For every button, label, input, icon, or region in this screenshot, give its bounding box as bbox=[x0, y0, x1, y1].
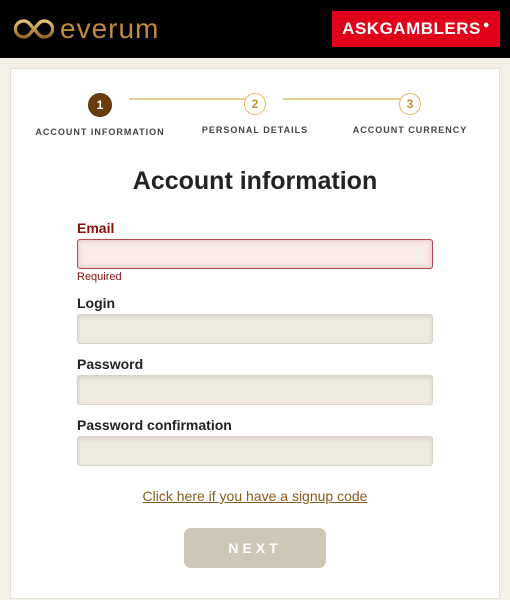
password-confirm-label: Password confirmation bbox=[77, 417, 433, 433]
signup-code-link[interactable]: Click here if you have a signup code bbox=[143, 488, 368, 504]
password-input[interactable] bbox=[77, 375, 433, 405]
step-connector bbox=[283, 98, 411, 100]
step-account-info[interactable]: 1 ACCOUNT INFORMATION bbox=[23, 93, 178, 137]
password-label: Password bbox=[77, 356, 433, 372]
next-button[interactable]: NEXT bbox=[184, 528, 325, 568]
email-input[interactable] bbox=[77, 239, 433, 269]
step-label: PERSONAL DETAILS bbox=[202, 125, 308, 135]
signup-code-link-wrap: Click here if you have a signup code bbox=[77, 488, 433, 506]
step-connector bbox=[129, 98, 257, 100]
field-password: Password bbox=[77, 356, 433, 405]
step-number: 1 bbox=[88, 93, 112, 117]
field-login: Login bbox=[77, 295, 433, 344]
email-error-msg: Required bbox=[77, 271, 433, 283]
step-number: 3 bbox=[399, 93, 421, 115]
login-input[interactable] bbox=[77, 314, 433, 344]
signup-form: Email Required Login Password Password c… bbox=[11, 220, 499, 568]
step-number: 2 bbox=[244, 93, 266, 115]
password-confirm-input[interactable] bbox=[77, 436, 433, 466]
page-title: Account information bbox=[11, 167, 499, 196]
login-label: Login bbox=[77, 295, 433, 311]
brand-name: everum bbox=[60, 13, 159, 45]
header-bar: everum ASKGAMBLERS● bbox=[0, 0, 510, 58]
field-password-confirmation: Password confirmation bbox=[77, 417, 433, 466]
main-panel: 1 ACCOUNT INFORMATION 2 PERSONAL DETAILS… bbox=[10, 68, 500, 599]
brand-logo: everum bbox=[14, 11, 159, 47]
partner-badge: ASKGAMBLERS● bbox=[332, 11, 500, 47]
email-label: Email bbox=[77, 220, 433, 236]
infinity-icon bbox=[14, 11, 54, 47]
next-button-wrap: NEXT bbox=[77, 528, 433, 568]
step-label: ACCOUNT INFORMATION bbox=[35, 127, 164, 137]
dot-icon: ● bbox=[483, 19, 490, 31]
step-label: ACCOUNT CURRENCY bbox=[353, 125, 468, 135]
progress-steps: 1 ACCOUNT INFORMATION 2 PERSONAL DETAILS… bbox=[11, 87, 499, 145]
field-email: Email Required bbox=[77, 220, 433, 283]
